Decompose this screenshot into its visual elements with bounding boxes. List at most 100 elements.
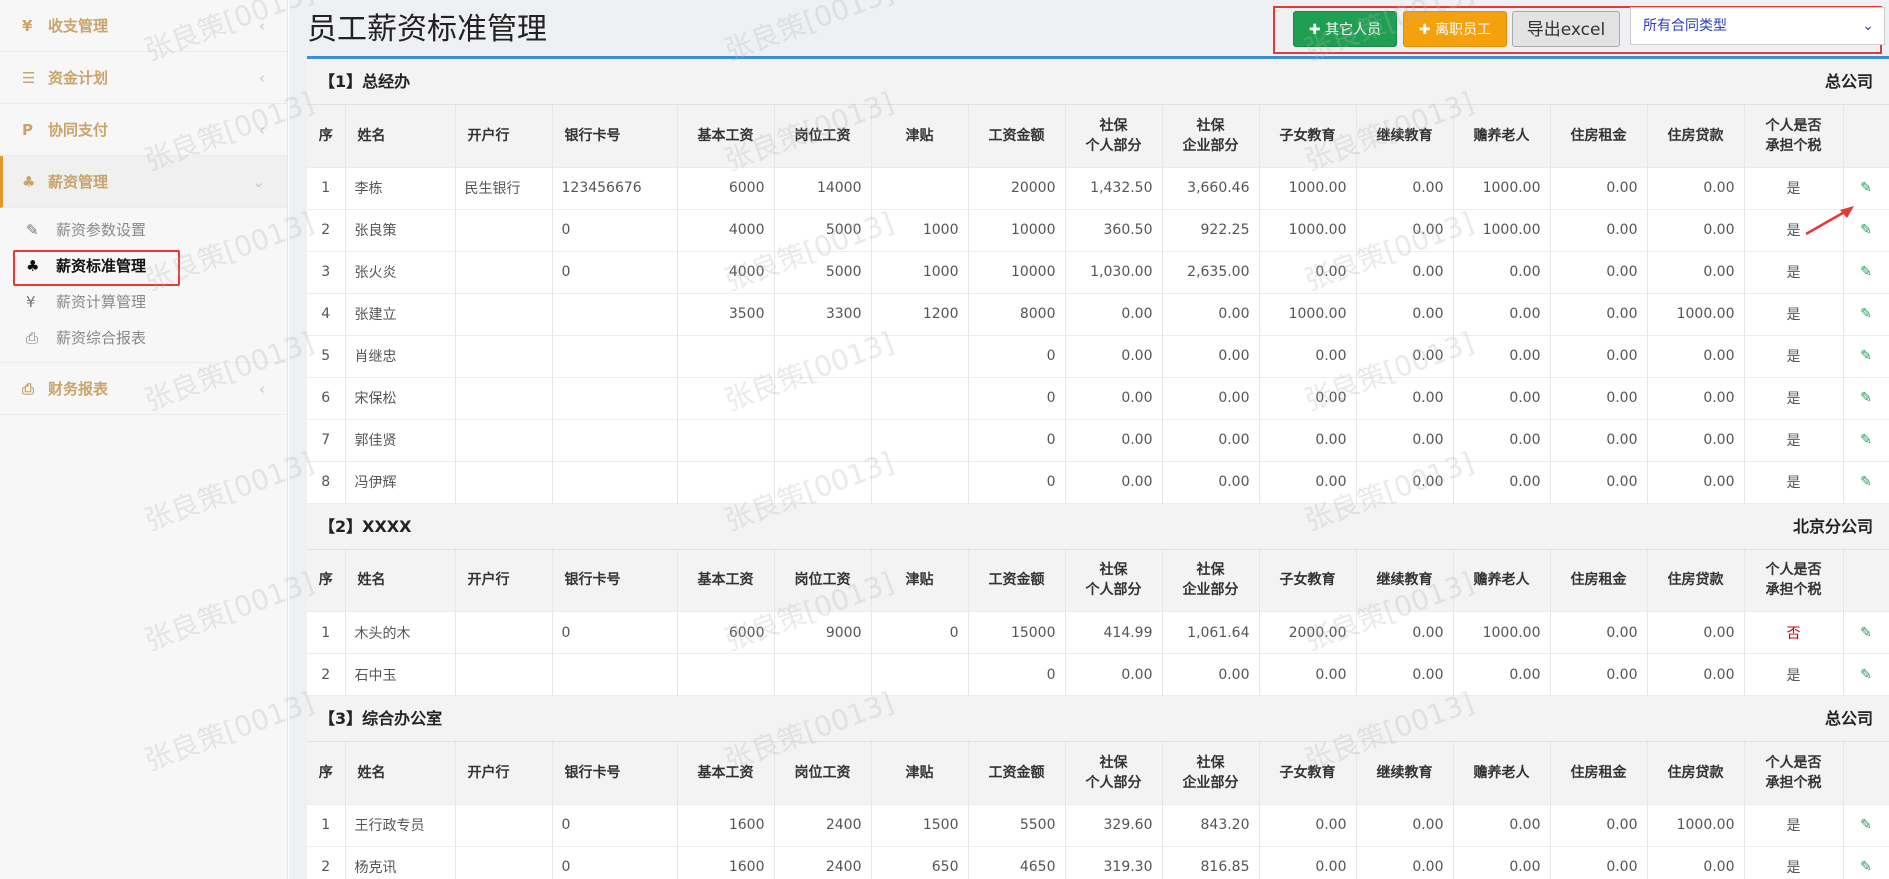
column-header: 基本工资 [677, 742, 775, 805]
menu-item-fund-plan[interactable]: ☰ 资金计划 ‹ [0, 52, 287, 104]
table-cell: 1000.00 [1259, 167, 1357, 210]
yen-icon: ¥ [22, 17, 33, 35]
salary-sections: 【1】总经办 总公司序姓名 开户行 银行卡号 基本工资 岗位工资 津贴 工资金额 社保 个人部分… [307, 56, 1889, 879]
column-header: 岗位工资 [774, 742, 872, 805]
plus-icon: ✚ [1418, 22, 1431, 38]
table-cell: 2400 [774, 804, 872, 847]
edit-icon[interactable]: ✎ [1859, 222, 1873, 238]
edit-icon[interactable]: ✎ [1859, 348, 1873, 364]
section-title: 【3】综合办公室 [319, 709, 443, 728]
column-header: 开户行 [455, 742, 553, 805]
edit-icon[interactable]: ✎ [1859, 180, 1873, 196]
submenu-item-salary-params[interactable]: ✎ 薪资参数设置 [0, 212, 287, 248]
column-header: 住房租金 [1550, 742, 1648, 805]
table-cell: 0.00 [1453, 846, 1551, 879]
table-cell: 王行政专员 [345, 804, 456, 847]
row-actions-cell: ✎ [1843, 611, 1889, 654]
table-cell: 0.00 [1647, 335, 1745, 378]
table-cell: 1 [307, 611, 346, 654]
menu-item-finance-report[interactable]: ⎙ 财务报表 ‹ [0, 363, 287, 415]
table-cell: 0.00 [1356, 167, 1454, 210]
submenu-item-label: 薪资标准管理 [56, 257, 147, 275]
export-excel-button[interactable]: 导出excel [1512, 11, 1620, 47]
row-actions-cell: ✎ [1843, 209, 1889, 252]
table-cell: 20000 [968, 167, 1066, 210]
table-cell: 张火炎 [345, 251, 456, 294]
table-cell: 1000.00 [1647, 293, 1745, 336]
table-cell: 0.00 [1162, 293, 1260, 336]
table-cell: 922.25 [1162, 209, 1260, 252]
table-cell: 是 [1744, 167, 1844, 210]
table-cell [552, 377, 678, 420]
table-cell: 0.00 [1550, 293, 1648, 336]
table-cell: 0.00 [1550, 419, 1648, 462]
table-cell: 1000.00 [1453, 167, 1551, 210]
menu-item-label: 资金计划 [48, 69, 109, 87]
edit-icon[interactable]: ✎ [1859, 306, 1873, 322]
table-cell [677, 461, 775, 504]
row-actions-cell: ✎ [1843, 293, 1889, 336]
table-cell: 1000.00 [1453, 611, 1551, 654]
main-area: 员工薪资标准管理 ✚ 其它人员 ✚ 离职员工 导出excel 所有合同类型 ⌄ … [289, 0, 1889, 879]
table-cell: 0.00 [1550, 846, 1648, 879]
table-cell [677, 419, 775, 462]
submenu-item-salary-standard[interactable]: ♣ 薪资标准管理 [0, 248, 287, 286]
column-header: 个人是否 承担个税 [1744, 549, 1844, 612]
table-cell: 0.00 [1647, 209, 1745, 252]
column-header: 序 [307, 105, 346, 168]
table-cell [871, 653, 969, 696]
other-staff-button[interactable]: ✚ 其它人员 [1293, 11, 1397, 47]
edit-icon[interactable]: ✎ [1859, 817, 1873, 833]
resigned-staff-button[interactable]: ✚ 离职员工 [1403, 11, 1507, 47]
chevron-down-icon: ⌄ [1862, 18, 1874, 34]
table-cell: 9000 [774, 611, 872, 654]
column-header: 开户行 [455, 105, 553, 168]
table-cell: 0 [968, 419, 1066, 462]
table-cell: 0.00 [1453, 377, 1551, 420]
column-header: 赡养老人 [1453, 742, 1551, 805]
table-cell: 319.30 [1065, 846, 1163, 879]
table-cell: 0.00 [1453, 293, 1551, 336]
menu-item-collab-pay[interactable]: P 协同支付 ‹ [0, 104, 287, 156]
section-title: 【1】总经办 [319, 72, 411, 91]
contract-type-select[interactable]: 所有合同类型 ⌄ [1630, 7, 1885, 45]
table-cell: 123456676 [552, 167, 678, 210]
table-cell: 0.00 [1356, 846, 1454, 879]
row-actions-cell: ✎ [1843, 335, 1889, 378]
column-header: 继续教育 [1356, 105, 1454, 168]
menu-item-salary[interactable]: ♣ 薪资管理 ⌄ [0, 156, 287, 208]
edit-icon[interactable]: ✎ [1859, 625, 1873, 641]
table-cell: 0.00 [1065, 293, 1163, 336]
edit-icon[interactable]: ✎ [1859, 390, 1873, 406]
table-cell: 0.00 [1065, 461, 1163, 504]
resigned-staff-label: 离职员工 [1435, 22, 1492, 38]
table-cell [552, 461, 678, 504]
edit-icon[interactable]: ✎ [1859, 432, 1873, 448]
table-cell: 0.00 [1065, 653, 1163, 696]
paypal-icon: P [22, 121, 33, 139]
table-cell: 0.00 [1356, 335, 1454, 378]
other-staff-label: 其它人员 [1325, 22, 1382, 38]
submenu-item-salary-calc[interactable]: ¥ 薪资计算管理 [0, 284, 287, 320]
column-header-actions [1843, 105, 1889, 168]
menu-item-income-expense[interactable]: ¥ 收支管理 ‹ [0, 0, 287, 52]
table-row: 1 木头的木 0 6000 9000 0 15000 414.99 1,061.64 2000.0… [307, 611, 1889, 654]
table-cell [677, 335, 775, 378]
column-header: 开户行 [455, 549, 553, 612]
table-cell: 张建立 [345, 293, 456, 336]
table-cell: 0.00 [1647, 461, 1745, 504]
column-header: 社保 企业部分 [1162, 105, 1260, 168]
edit-icon[interactable]: ✎ [1859, 474, 1873, 490]
edit-icon[interactable]: ✎ [1859, 859, 1873, 875]
table-cell: 1,432.50 [1065, 167, 1163, 210]
table-cell: 0.00 [1453, 251, 1551, 294]
table-row: 1 王行政专员 0 1600 2400 1500 5500 329.60 843.20 0.00 0… [307, 804, 1889, 847]
table-cell: 0.00 [1647, 167, 1745, 210]
table-cell: 是 [1744, 419, 1844, 462]
edit-icon[interactable]: ✎ [1859, 667, 1873, 683]
edit-icon[interactable]: ✎ [1859, 264, 1873, 280]
submenu-item-salary-report[interactable]: ⎙ 薪资综合报表 [0, 320, 287, 356]
table-row: 2 张良策 0 4000 5000 1000 10000 360.50 922.25 1000.0… [307, 209, 1889, 252]
salary-submenu: ✎ 薪资参数设置 ♣ 薪资标准管理 ¥ 薪资计算管理 ⎙ 薪资综合报表 [0, 208, 287, 363]
column-header-actions [1843, 549, 1889, 612]
